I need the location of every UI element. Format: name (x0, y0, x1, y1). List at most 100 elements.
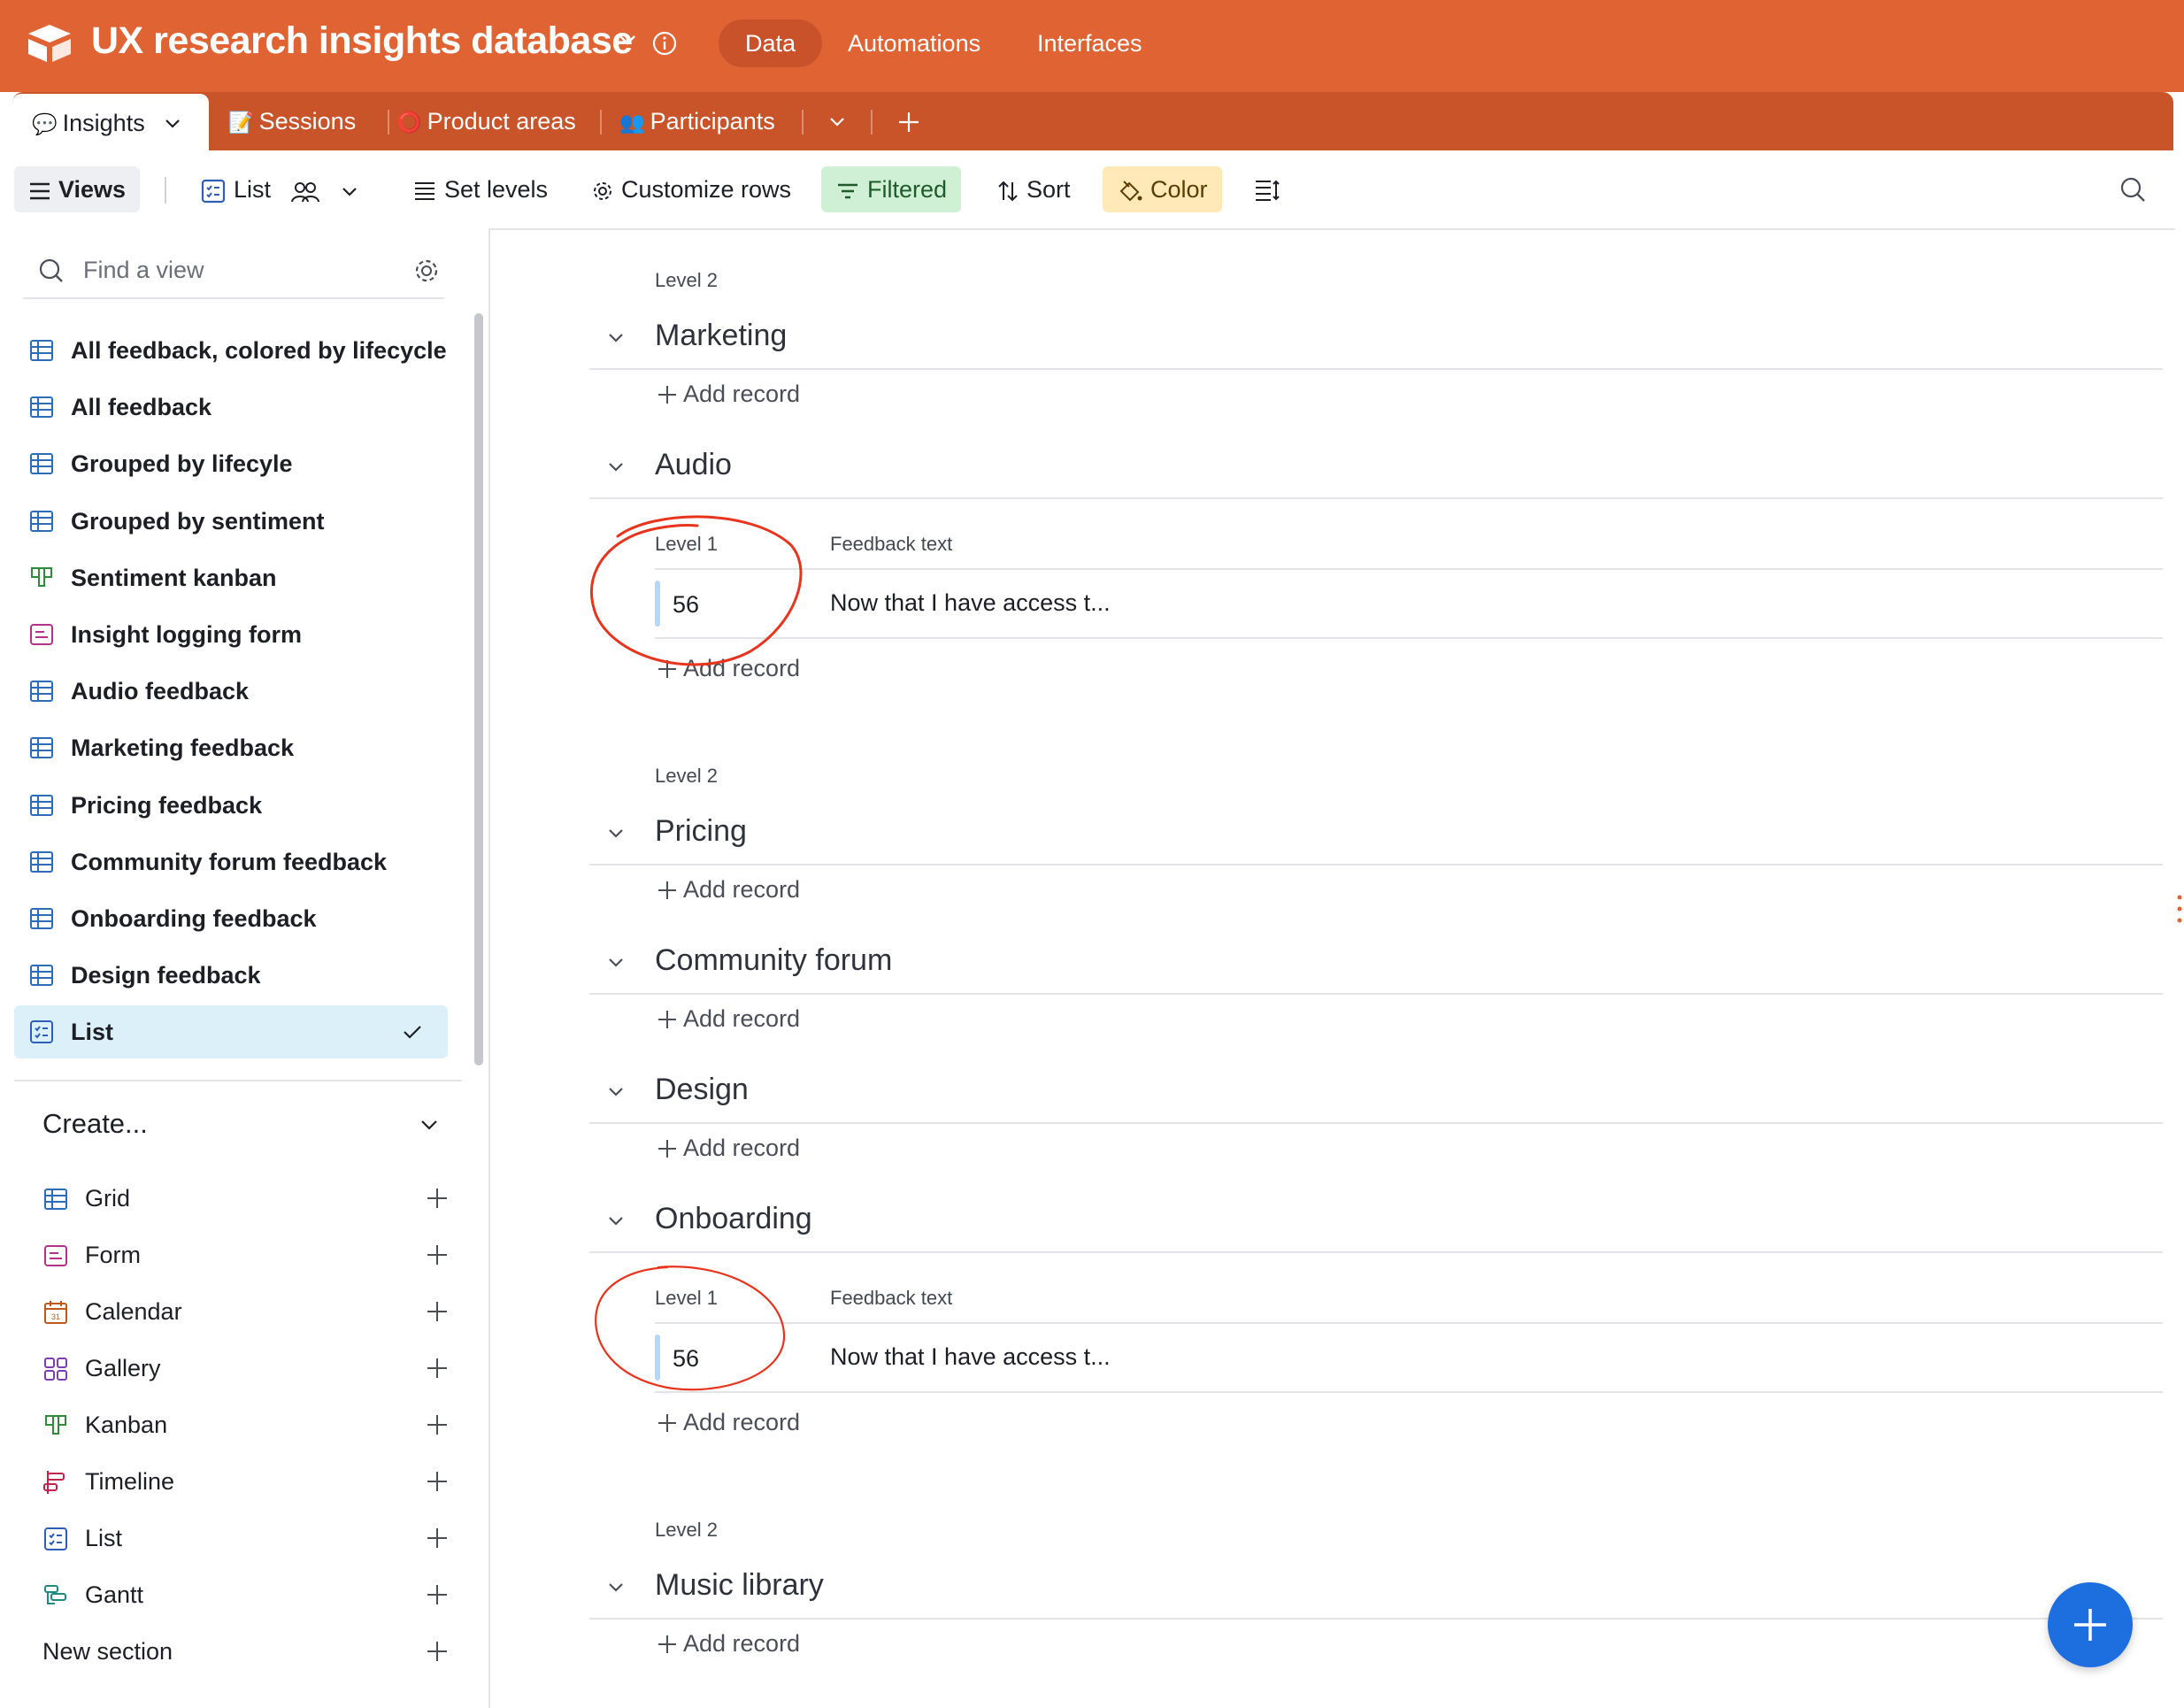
plus-icon[interactable] (425, 1582, 450, 1607)
group-header-music-library[interactable]: Music library (589, 1556, 2163, 1620)
resize-handle-icon[interactable] (2177, 894, 2182, 924)
add-record-label: Add record (683, 1135, 801, 1161)
tab-participants[interactable]: 👥 Participants (619, 92, 775, 150)
info-icon[interactable] (651, 30, 678, 57)
sidebar-view-audio-feedback[interactable]: Audio feedback (14, 665, 448, 718)
sidebar-view-sentiment-kanban[interactable]: Sentiment kanban (14, 551, 448, 604)
chevron-down-icon[interactable] (604, 326, 628, 350)
gear-icon[interactable] (412, 257, 441, 285)
create-kanban[interactable]: Kanban (42, 1398, 450, 1451)
chevron-down-icon[interactable] (604, 821, 628, 846)
add-record-button[interactable]: Add record (657, 655, 800, 682)
customize-rows-label: Customize rows (621, 176, 792, 203)
create-label: New section (42, 1638, 173, 1665)
plus-icon[interactable] (425, 1186, 450, 1211)
sidebar-view-pricing-feedback[interactable]: Pricing feedback (14, 779, 448, 832)
tab-label: Participants (650, 108, 775, 135)
base-title[interactable]: UX research insights database (91, 19, 633, 63)
add-record-fab[interactable] (2048, 1582, 2133, 1667)
plus-icon (658, 1140, 676, 1158)
chevron-down-icon[interactable] (161, 112, 184, 135)
sidebar-view-all-feedback[interactable]: All feedback (14, 381, 448, 434)
base-logo-icon[interactable] (25, 23, 74, 64)
kanban-icon (31, 566, 52, 587)
create-timeline[interactable]: Timeline (42, 1455, 450, 1508)
plus-icon[interactable] (425, 1243, 450, 1267)
add-table-icon[interactable] (896, 109, 922, 135)
view-toolbar: Views List Set levels Customize rows Fil… (0, 150, 2175, 230)
sidebar-view-insight-logging-form[interactable]: Insight logging form (14, 608, 448, 661)
create-form[interactable]: Form (42, 1228, 450, 1281)
sidebar-view-all-feedback-colored-by-lifecycle[interactable]: All feedback, colored by lifecycle (14, 324, 448, 377)
record-row[interactable]: 56 Now that I have access t... (655, 1324, 2163, 1393)
set-levels-button[interactable]: Set levels (412, 166, 548, 212)
plus-icon[interactable] (425, 1526, 450, 1550)
chevron-down-icon[interactable] (604, 455, 628, 480)
create-gallery[interactable]: Gallery (42, 1342, 450, 1395)
sort-button[interactable]: Sort (996, 166, 1071, 212)
chevron-down-icon[interactable] (614, 27, 641, 53)
view-label: Pricing feedback (71, 791, 263, 819)
plus-icon[interactable] (425, 1639, 450, 1664)
toolbar-divider (165, 177, 166, 204)
create-list[interactable]: List (42, 1512, 450, 1565)
create-calendar[interactable]: 31 Calendar (42, 1285, 450, 1338)
customize-rows-button[interactable]: Customize rows (591, 166, 791, 212)
search-icon (39, 258, 63, 282)
more-tables-chevron-icon[interactable] (825, 110, 850, 135)
create-gantt[interactable]: Gantt (42, 1568, 450, 1621)
sidebar-view-onboarding-feedback[interactable]: Onboarding feedback (14, 892, 448, 945)
plus-icon[interactable] (425, 1299, 450, 1324)
plus-icon (658, 881, 676, 899)
find-view-input[interactable] (81, 251, 386, 289)
chevron-down-icon[interactable] (604, 1080, 628, 1104)
current-view-button[interactable]: List (200, 166, 367, 212)
chevron-down-icon[interactable] (604, 1575, 628, 1600)
chevron-down-icon[interactable] (416, 1112, 442, 1138)
sidebar-view-design-feedback[interactable]: Design feedback (14, 949, 448, 1002)
nav-automations[interactable]: Automations (821, 19, 1007, 67)
create-grid[interactable]: Grid (42, 1172, 450, 1225)
create-new-section[interactable]: New section (42, 1625, 450, 1678)
filtered-button[interactable]: Filtered (821, 166, 962, 212)
add-record-button[interactable]: Add record (657, 1630, 800, 1658)
add-record-label: Add record (683, 655, 801, 681)
group-header-community-forum[interactable]: Community forum (589, 931, 2163, 995)
color-button[interactable]: Color (1103, 166, 1222, 212)
group-header-pricing[interactable]: Pricing (589, 802, 2163, 866)
view-label: Design feedback (71, 962, 261, 989)
set-levels-label: Set levels (444, 176, 549, 203)
list-icon (44, 1527, 67, 1550)
plus-icon[interactable] (425, 1469, 450, 1494)
group-header-marketing[interactable]: Marketing (589, 306, 2163, 370)
tab-sessions[interactable]: 📝 Sessions (228, 92, 356, 150)
sidebar-view-grouped-by-sentiment[interactable]: Grouped by sentiment (14, 495, 448, 548)
tab-product-areas[interactable]: ⭕ Product areas (396, 92, 576, 150)
chevron-down-icon[interactable] (604, 950, 628, 975)
tab-insights[interactable]: 💬 Insights (12, 94, 209, 150)
row-height-icon[interactable] (1253, 177, 1281, 202)
sidebar-view-grouped-by-lifecyle[interactable]: Grouped by lifecyle (14, 437, 448, 490)
level-label: Level 2 (655, 1519, 718, 1541)
nav-interfaces[interactable]: Interfaces (1011, 19, 1169, 67)
sidebar-view-list[interactable]: List (14, 1005, 448, 1059)
views-button[interactable]: Views (14, 166, 141, 212)
add-record-button[interactable]: Add record (657, 381, 800, 408)
add-record-button[interactable]: Add record (657, 876, 800, 904)
sidebar-view-marketing-feedback[interactable]: Marketing feedback (14, 721, 448, 774)
plus-icon[interactable] (425, 1356, 450, 1381)
search-icon[interactable] (2119, 175, 2147, 204)
create-section-title[interactable]: Create... (42, 1108, 148, 1140)
group-header-onboarding[interactable]: Onboarding (589, 1189, 2163, 1253)
group-header-audio[interactable]: Audio (589, 435, 2163, 499)
plus-icon[interactable] (425, 1412, 450, 1437)
nav-data[interactable]: Data (719, 19, 823, 67)
record-row[interactable]: 56 Now that I have access t... (655, 570, 2163, 639)
sidebar-scrollbar[interactable] (474, 313, 483, 1066)
chevron-down-icon[interactable] (604, 1209, 628, 1234)
add-record-button[interactable]: Add record (657, 1135, 800, 1162)
add-record-button[interactable]: Add record (657, 1409, 800, 1436)
sidebar-view-community-forum-feedback[interactable]: Community forum feedback (14, 835, 448, 889)
add-record-button[interactable]: Add record (657, 1005, 800, 1033)
group-header-design[interactable]: Design (589, 1060, 2163, 1124)
